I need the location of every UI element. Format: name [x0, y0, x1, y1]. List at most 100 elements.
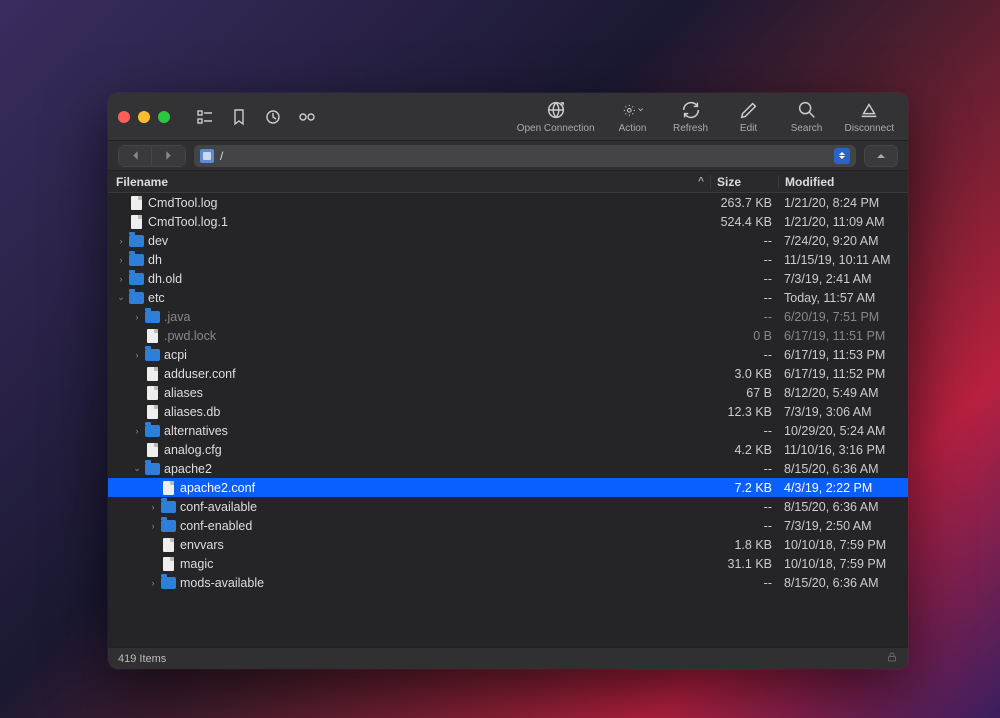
- file-row[interactable]: CmdTool.log263.7 KB1/21/20, 8:24 PM: [108, 193, 908, 212]
- file-row[interactable]: analog.cfg4.2 KB11/10/16, 3:16 PM: [108, 440, 908, 459]
- path-field[interactable]: /: [194, 145, 856, 167]
- file-modified: 11/15/19, 10:11 AM: [778, 253, 908, 267]
- file-row[interactable]: adduser.conf3.0 KB6/17/19, 11:52 PM: [108, 364, 908, 383]
- open-connection-label: Open Connection: [517, 123, 595, 134]
- file-size: 263.7 KB: [710, 196, 778, 210]
- file-icon: [144, 366, 160, 382]
- file-row[interactable]: ›conf-available--8/15/20, 6:36 AM: [108, 497, 908, 516]
- back-button[interactable]: [118, 145, 152, 167]
- history-icon[interactable]: [264, 108, 282, 126]
- go-up-button[interactable]: [864, 145, 898, 167]
- file-modified: 4/3/19, 2:22 PM: [778, 481, 908, 495]
- file-modified: 7/24/20, 9:20 AM: [778, 234, 908, 248]
- file-name: .java: [164, 310, 710, 324]
- disclosure-chevron-icon[interactable]: ›: [116, 236, 126, 246]
- forward-button[interactable]: [152, 145, 186, 167]
- file-list[interactable]: CmdTool.log263.7 KB1/21/20, 8:24 PM CmdT…: [108, 193, 908, 647]
- column-modified-label: Modified: [785, 175, 834, 189]
- file-modified: 7/3/19, 2:50 AM: [778, 519, 908, 533]
- file-modified: 10/29/20, 5:24 AM: [778, 424, 908, 438]
- edit-button[interactable]: Edit: [729, 99, 769, 134]
- file-modified: 8/12/20, 5:49 AM: [778, 386, 908, 400]
- file-row[interactable]: ⌄apache2--8/15/20, 6:36 AM: [108, 459, 908, 478]
- file-modified: 8/15/20, 6:36 AM: [778, 462, 908, 476]
- folder-icon: [128, 290, 144, 306]
- disclosure-chevron-icon: [132, 369, 142, 379]
- file-name: CmdTool.log.1: [148, 215, 710, 229]
- disclosure-chevron-icon[interactable]: ›: [132, 426, 142, 436]
- file-name: magic: [180, 557, 710, 571]
- file-row[interactable]: ›.java--6/20/19, 7:51 PM: [108, 307, 908, 326]
- disclosure-chevron-icon: [132, 407, 142, 417]
- file-name: adduser.conf: [164, 367, 710, 381]
- disconnect-button[interactable]: Disconnect: [845, 99, 894, 134]
- lock-icon: [886, 651, 898, 666]
- file-name: dh: [148, 253, 710, 267]
- disclosure-chevron-icon[interactable]: ⌄: [116, 292, 126, 303]
- column-modified[interactable]: Modified: [778, 175, 908, 189]
- nav-back-forward: [118, 145, 186, 167]
- window-controls: [118, 111, 170, 123]
- refresh-button[interactable]: Refresh: [671, 99, 711, 134]
- minimize-window-button[interactable]: [138, 111, 150, 123]
- file-row[interactable]: aliases67 B8/12/20, 5:49 AM: [108, 383, 908, 402]
- file-row[interactable]: apache2.conf7.2 KB4/3/19, 2:22 PM: [108, 478, 908, 497]
- maximize-window-button[interactable]: [158, 111, 170, 123]
- disclosure-chevron-icon: [116, 217, 126, 227]
- folder-icon: [160, 518, 176, 534]
- file-row[interactable]: envvars1.8 KB10/10/18, 7:59 PM: [108, 535, 908, 554]
- file-row[interactable]: ›mods-available--8/15/20, 6:36 AM: [108, 573, 908, 592]
- edit-label: Edit: [740, 123, 757, 134]
- disclosure-chevron-icon[interactable]: ›: [116, 274, 126, 284]
- file-size: --: [710, 253, 778, 267]
- disclosure-chevron-icon[interactable]: ›: [132, 312, 142, 322]
- close-window-button[interactable]: [118, 111, 130, 123]
- outline-view-icon[interactable]: [196, 108, 214, 126]
- file-modified: 10/10/18, 7:59 PM: [778, 557, 908, 571]
- open-connection-button[interactable]: Open Connection: [517, 99, 595, 134]
- bookmark-icon[interactable]: [230, 108, 248, 126]
- file-name: etc: [148, 291, 710, 305]
- file-name: CmdTool.log: [148, 196, 710, 210]
- file-row[interactable]: ›conf-enabled--7/3/19, 2:50 AM: [108, 516, 908, 535]
- folder-icon: [144, 347, 160, 363]
- file-name: mods-available: [180, 576, 710, 590]
- path-dropdown-icon[interactable]: [834, 148, 850, 164]
- file-size: 4.2 KB: [710, 443, 778, 457]
- file-name: alternatives: [164, 424, 710, 438]
- folder-icon: [128, 252, 144, 268]
- bonjour-icon[interactable]: [298, 108, 316, 126]
- file-name: conf-enabled: [180, 519, 710, 533]
- disclosure-chevron-icon[interactable]: ›: [116, 255, 126, 265]
- file-icon: [128, 214, 144, 230]
- file-row[interactable]: ⌄etc--Today, 11:57 AM: [108, 288, 908, 307]
- file-modified: 11/10/16, 3:16 PM: [778, 443, 908, 457]
- file-row[interactable]: CmdTool.log.1524.4 KB1/21/20, 11:09 AM: [108, 212, 908, 231]
- column-filename[interactable]: Filename ^: [116, 175, 710, 189]
- search-button[interactable]: Search: [787, 99, 827, 134]
- status-bar: 419 Items: [108, 647, 908, 669]
- file-row[interactable]: ›alternatives--10/29/20, 5:24 AM: [108, 421, 908, 440]
- toolbar-actions: Open Connection Action Refresh Edit Sear…: [517, 99, 898, 134]
- file-row[interactable]: .pwd.lock0 B6/17/19, 11:51 PM: [108, 326, 908, 345]
- file-icon: [128, 195, 144, 211]
- disclosure-chevron-icon[interactable]: ⌄: [132, 463, 142, 474]
- file-size: --: [710, 291, 778, 305]
- file-row[interactable]: magic31.1 KB10/10/18, 7:59 PM: [108, 554, 908, 573]
- action-button[interactable]: Action: [613, 99, 653, 134]
- volume-icon: [200, 149, 214, 163]
- column-size[interactable]: Size: [710, 175, 778, 189]
- file-row[interactable]: ›dh.old--7/3/19, 2:41 AM: [108, 269, 908, 288]
- disclosure-chevron-icon[interactable]: ›: [132, 350, 142, 360]
- file-row[interactable]: ›acpi--6/17/19, 11:53 PM: [108, 345, 908, 364]
- file-row[interactable]: aliases.db12.3 KB7/3/19, 3:06 AM: [108, 402, 908, 421]
- file-row[interactable]: ›dev--7/24/20, 9:20 AM: [108, 231, 908, 250]
- file-row[interactable]: › dh--11/15/19, 10:11 AM: [108, 250, 908, 269]
- file-modified: 6/17/19, 11:51 PM: [778, 329, 908, 343]
- file-size: --: [710, 576, 778, 590]
- disclosure-chevron-icon[interactable]: ›: [148, 521, 158, 531]
- path-text: /: [220, 149, 223, 163]
- file-modified: 10/10/18, 7:59 PM: [778, 538, 908, 552]
- disclosure-chevron-icon[interactable]: ›: [148, 578, 158, 588]
- disclosure-chevron-icon[interactable]: ›: [148, 502, 158, 512]
